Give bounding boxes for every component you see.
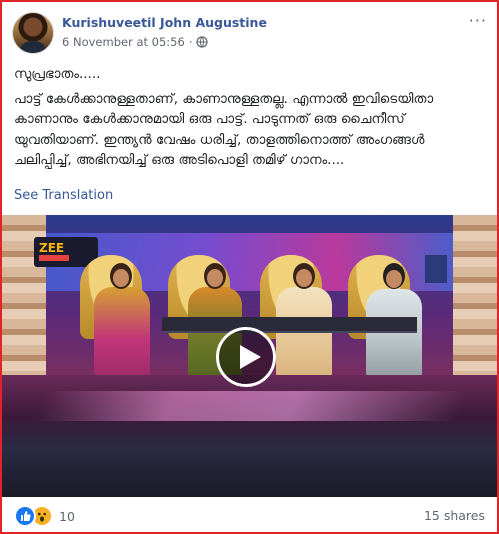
globe-icon[interactable] bbox=[196, 36, 209, 48]
avatar[interactable] bbox=[12, 12, 54, 54]
judge-figure bbox=[94, 287, 150, 381]
post-greeting: സുപ്രഭാതം..... bbox=[14, 66, 101, 82]
stage-floor-light bbox=[36, 391, 468, 421]
play-icon bbox=[240, 345, 261, 369]
see-translation-link[interactable]: See Translation bbox=[14, 188, 113, 203]
judge-figure bbox=[366, 289, 422, 379]
channel-logo-text: ZEE bbox=[39, 241, 65, 255]
more-options-icon[interactable]: ··· bbox=[469, 13, 487, 29]
sponsor-logo bbox=[425, 255, 447, 283]
post-timestamp[interactable]: 6 November at 05:56 bbox=[62, 35, 185, 49]
reactions-summary[interactable]: 10 bbox=[14, 505, 75, 527]
post-body: പാട്ട് കേൾക്കാനുള്ളതാണ്, കാണാനുള്ളതല്ല. … bbox=[14, 90, 434, 169]
judge-figure bbox=[276, 287, 332, 379]
video-player[interactable]: ZEE bbox=[2, 215, 497, 497]
judges-desk bbox=[162, 317, 417, 331]
author-name[interactable]: Kurishuveetil John Augustine bbox=[62, 15, 267, 30]
reaction-count: 10 bbox=[59, 508, 75, 524]
avatar-shirt bbox=[19, 41, 47, 53]
play-button[interactable] bbox=[216, 327, 276, 387]
judge-face bbox=[113, 269, 129, 287]
channel-logo-strip bbox=[39, 255, 69, 261]
like-icon bbox=[14, 505, 36, 527]
judge-face bbox=[386, 270, 402, 288]
judge-face bbox=[207, 269, 223, 287]
post-card: Kurishuveetil John Augustine 6 November … bbox=[0, 0, 499, 534]
post-footer: 10 15 shares bbox=[14, 505, 485, 527]
post-meta: 6 November at 05:56 · bbox=[62, 35, 209, 49]
judge-face bbox=[296, 269, 312, 287]
post-header: Kurishuveetil John Augustine 6 November … bbox=[12, 12, 487, 54]
shares-count[interactable]: 15 shares bbox=[424, 508, 485, 523]
post-text: സുപ്രഭാതം..... പാട്ട് കേൾക്കാനുള്ളതാണ്, … bbox=[14, 64, 486, 171]
